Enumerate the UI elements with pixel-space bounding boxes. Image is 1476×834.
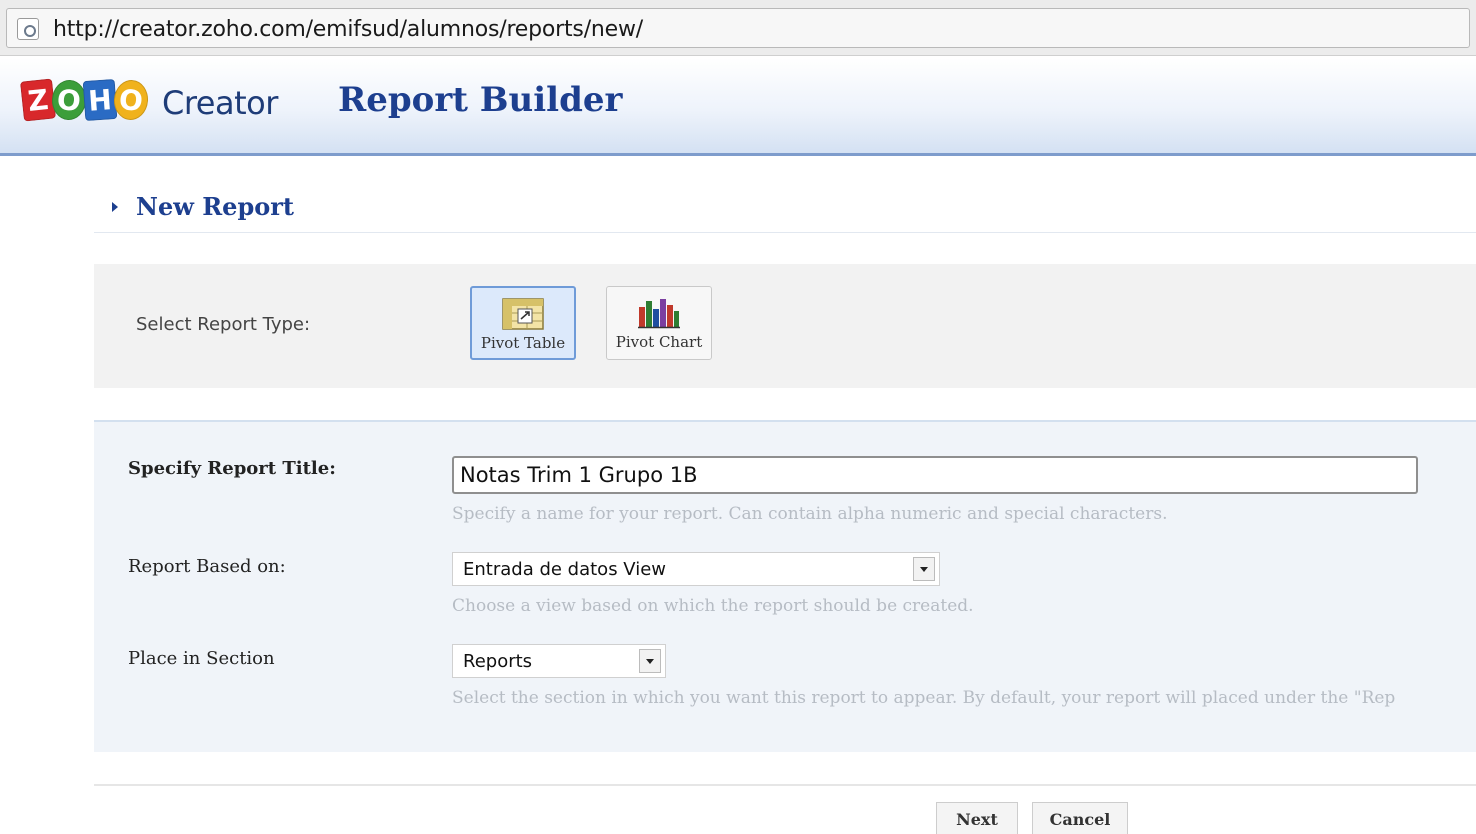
place-in-section-label: Place in Section [128,648,275,669]
report-title-input[interactable] [452,456,1418,494]
pivot-chart-button[interactable]: Pivot Chart [606,286,712,360]
report-title-label: Specify Report Title: [128,458,336,479]
logo-letter: O [112,78,150,122]
pivot-chart-label: Pivot Chart [615,333,703,351]
site-icon [17,18,39,40]
place-in-section-hint: Select the section in which you want thi… [452,688,1396,708]
report-form: Specify Report Title: Specify a name for… [94,420,1476,752]
zoho-logo[interactable]: Z O H O [19,78,150,124]
pivot-chart-icon [637,297,681,333]
logo-letter: Z [19,78,57,122]
app-header: Z O H O Creator Report Builder [0,58,1476,156]
logo-letter: O [50,78,88,122]
divider [94,784,1476,786]
browser-toolbar: http://creator.zoho.com/emifsud/alumnos/… [0,0,1476,56]
chevron-down-icon[interactable] [913,557,935,581]
report-type-panel: Select Report Type: Pivot Table Pivot Ch… [94,264,1476,388]
report-based-on-value: Entrada de datos View [463,559,667,580]
place-in-section-select[interactable]: Reports [452,644,666,678]
pivot-table-label: Pivot Table [480,334,566,352]
logo-letter: H [82,78,118,122]
report-title-hint: Specify a name for your report. Can cont… [452,504,1168,524]
report-type-label: Select Report Type: [136,314,311,335]
report-based-on-select[interactable]: Entrada de datos View [452,552,940,586]
pivot-table-icon [502,298,544,334]
url-text[interactable]: http://creator.zoho.com/emifsud/alumnos/… [53,17,643,42]
arrow-right-icon [112,201,118,212]
place-in-section-value: Reports [463,651,533,672]
report-based-on-hint: Choose a view based on which the report … [452,596,974,616]
divider [94,232,1476,233]
cancel-button[interactable]: Cancel [1032,802,1128,834]
address-bar[interactable]: http://creator.zoho.com/emifsud/alumnos/… [6,8,1470,48]
chevron-down-icon[interactable] [639,649,661,673]
product-name: Creator [162,84,278,122]
report-based-on-label: Report Based on: [128,556,286,577]
section-heading: New Report [112,192,294,221]
next-button[interactable]: Next [936,802,1018,834]
page-title: Report Builder [338,80,623,120]
pivot-table-button[interactable]: Pivot Table [470,286,576,360]
section-title: New Report [136,192,294,221]
